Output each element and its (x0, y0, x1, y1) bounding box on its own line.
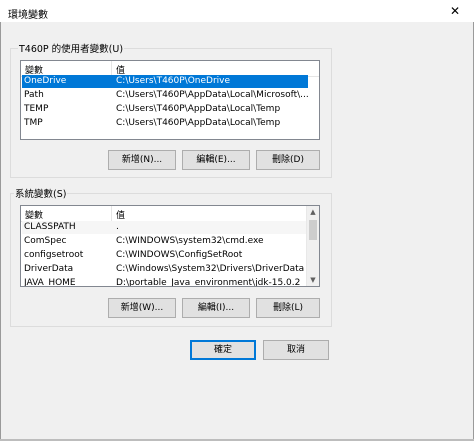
var-name: DriverData (24, 264, 74, 274)
system-var-row-configsetroot[interactable]: configsetroot C:\WINDOWS\ConfigSetRoot (22, 249, 307, 262)
ok-button[interactable]: 確定 (190, 340, 256, 360)
system-var-row-comspec[interactable]: ComSpec C:\WINDOWS\system32\cmd.exe (22, 235, 307, 248)
user-var-row-path[interactable]: Path C:\Users\T460P\AppData\Local\Micros… (22, 89, 308, 102)
var-value: D:\portable_Java_environment\jdk-15.0.2 (116, 278, 301, 287)
close-icon[interactable]: ✕ (440, 1, 470, 21)
system-vars-scrollbar[interactable]: ▲ ▼ (306, 206, 319, 286)
var-name: JAVA_HOME (24, 278, 76, 287)
cancel-button[interactable]: 取消 (263, 340, 329, 360)
system-var-row-driverdata[interactable]: DriverData C:\Windows\System32\Drivers\D… (22, 263, 307, 276)
scrollbar-thumb[interactable] (309, 220, 317, 240)
var-name: configsetroot (24, 250, 84, 260)
var-name: TMP (24, 118, 43, 128)
var-name: ComSpec (24, 236, 67, 246)
system-delete-button[interactable]: 刪除(L) (256, 298, 320, 318)
scroll-up-icon[interactable]: ▲ (307, 206, 319, 218)
var-value: . (116, 222, 119, 232)
var-value: C:\Users\T460P\AppData\Local\Microsoft\.… (116, 90, 308, 100)
var-name: TEMP (24, 104, 49, 114)
var-name: Path (24, 90, 44, 100)
user-new-button[interactable]: 新增(N)... (108, 150, 176, 170)
system-vars-list[interactable]: 變數 值 CLASSPATH . ComSpec C:\WINDOWS\syst… (20, 205, 320, 287)
column-header-variable[interactable]: 變數 (25, 208, 43, 221)
user-delete-button[interactable]: 刪除(D) (256, 150, 320, 170)
var-value: C:\WINDOWS\system32\cmd.exe (116, 236, 264, 246)
var-value: C:\Windows\System32\Drivers\DriverData (116, 264, 305, 274)
title-bar[interactable]: 環境變數 ✕ (0, 0, 474, 22)
var-value: C:\WINDOWS\ConfigSetRoot (116, 250, 243, 260)
user-vars-label: T460P 的使用者變數(U) (18, 41, 125, 55)
window-title: 環境變數 (8, 10, 48, 21)
user-var-row-temp[interactable]: TEMP C:\Users\T460P\AppData\Local\Temp (22, 103, 308, 116)
var-value: C:\Users\T460P\OneDrive (116, 76, 231, 86)
scroll-down-icon[interactable]: ▼ (307, 274, 319, 286)
system-new-button[interactable]: 新增(W)... (108, 298, 176, 318)
system-vars-label: 系統變數(S) (14, 186, 68, 200)
user-edit-button[interactable]: 編輯(E)... (182, 150, 250, 170)
var-value: C:\Users\T460P\AppData\Local\Temp (116, 118, 281, 128)
user-var-row-onedrive[interactable]: OneDrive C:\Users\T460P\OneDrive (22, 75, 308, 88)
system-edit-button[interactable]: 編輯(I)... (182, 298, 250, 318)
column-header-value[interactable]: 值 (116, 208, 125, 221)
var-name: CLASSPATH (24, 222, 76, 232)
var-value: C:\Users\T460P\AppData\Local\Temp (116, 104, 281, 114)
user-var-row-tmp[interactable]: TMP C:\Users\T460P\AppData\Local\Temp (22, 117, 308, 130)
system-var-row-classpath[interactable]: CLASSPATH . (22, 221, 307, 234)
var-name: OneDrive (24, 76, 67, 86)
user-vars-list[interactable]: 變數 值 OneDrive C:\Users\T460P\OneDrive Pa… (20, 60, 320, 140)
system-vars-list-header: 變數 值 (21, 206, 307, 222)
system-var-row-java-home[interactable]: JAVA_HOME D:\portable_Java_environment\j… (22, 277, 307, 287)
